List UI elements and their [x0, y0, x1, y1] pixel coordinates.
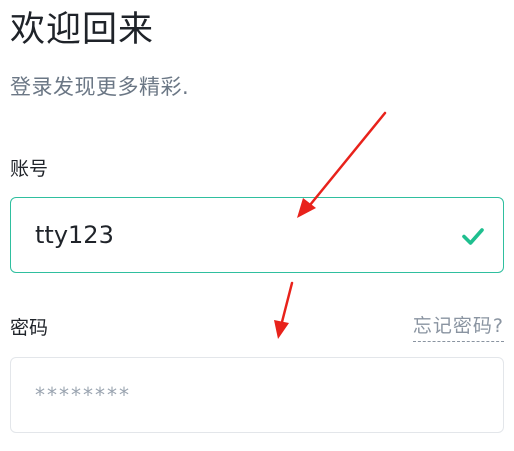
password-input[interactable]: [35, 358, 435, 432]
password-label: 密码: [10, 317, 49, 339]
forgot-password-link[interactable]: 忘记密码?: [412, 313, 504, 342]
account-input[interactable]: [35, 198, 435, 272]
password-field[interactable]: [10, 357, 504, 433]
annotation-arrow-password: [274, 281, 294, 339]
page-title: 欢迎回来: [10, 10, 155, 50]
account-field[interactable]: [10, 197, 504, 273]
account-label: 账号: [10, 158, 49, 180]
page-subtitle: 登录发现更多精彩.: [10, 75, 190, 99]
check-icon: [462, 228, 484, 245]
